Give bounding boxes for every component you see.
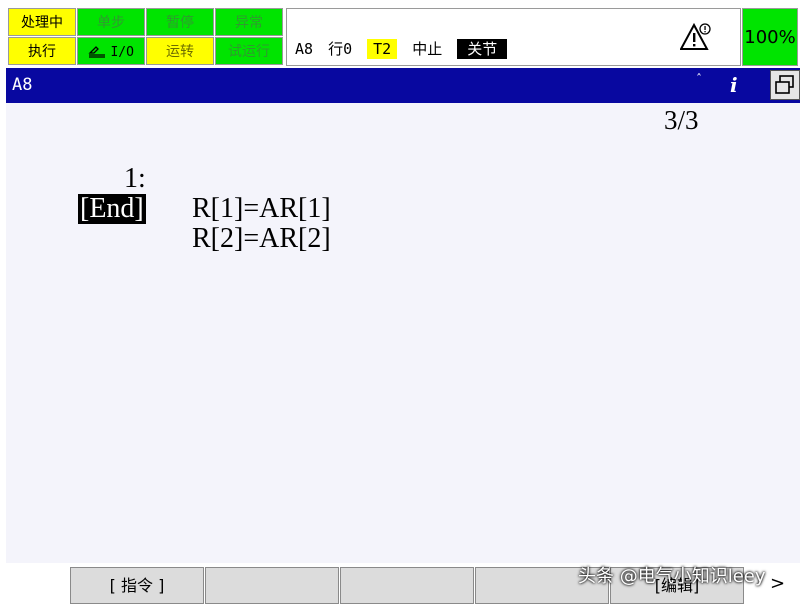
line-instruction[interactable]: R[2]=AR[2] bbox=[192, 224, 331, 254]
window-toggle-icon bbox=[775, 75, 794, 94]
window-toggle-button[interactable] bbox=[770, 70, 800, 100]
f2-instruction-key[interactable]: [ 指令 ] bbox=[70, 567, 204, 604]
program-editor[interactable]: 3/3 1: R[1]=AR[1] 2: R[2]=AR[2] [End] bbox=[6, 103, 800, 563]
mode-badge: T2 bbox=[367, 39, 398, 59]
status-step: 单步 bbox=[77, 8, 145, 36]
program-line[interactable]: 2: R[2]=AR[2] bbox=[6, 164, 331, 254]
f3-key[interactable] bbox=[205, 567, 339, 604]
program-line[interactable]: 1: R[1]=AR[1] bbox=[6, 134, 331, 224]
screen-title: A8 bbox=[12, 75, 33, 95]
end-marker[interactable]: [End] bbox=[78, 194, 146, 224]
line-instruction[interactable]: R[1]=AR[1] bbox=[192, 194, 331, 224]
status-hold: 暂停 bbox=[146, 8, 214, 36]
info-program: A8 bbox=[295, 40, 314, 58]
status-busy: 处理中 bbox=[8, 8, 76, 36]
info-icon[interactable]: i bbox=[730, 68, 738, 103]
run-state: 中止 bbox=[412, 40, 443, 58]
override-percent[interactable]: 100% bbox=[742, 8, 798, 66]
jog-frame-badge: 关节 bbox=[457, 39, 508, 59]
status-prod: 运转 bbox=[146, 37, 214, 65]
status-fault: 异常 bbox=[215, 8, 283, 36]
status-io: I/O bbox=[77, 37, 145, 65]
f4-key[interactable] bbox=[340, 567, 474, 604]
info-line-number: 行0 bbox=[328, 40, 353, 58]
next-page-arrow[interactable]: > bbox=[770, 573, 785, 594]
program-status-box: A8 行0 T2 中止 关节 bbox=[286, 8, 741, 66]
status-tcyc: 试运行 bbox=[215, 37, 283, 65]
io-hand-icon bbox=[88, 46, 106, 58]
status-io-label: I/O bbox=[110, 45, 134, 60]
watermark: 头条 @电气小知识leey bbox=[578, 566, 766, 587]
warning-icon[interactable] bbox=[680, 22, 712, 52]
status-run: 执行 bbox=[8, 37, 76, 65]
line-number: 1: bbox=[124, 163, 146, 194]
caret-icon: ˆ bbox=[696, 72, 702, 86]
line-count: 3/3 bbox=[664, 105, 699, 135]
screen-title-bar: A8 ˆ i bbox=[6, 68, 800, 103]
